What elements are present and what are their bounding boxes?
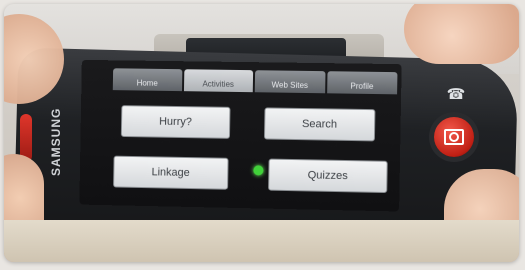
camera-button[interactable]	[434, 117, 474, 157]
phone-icon[interactable]: ☎	[444, 85, 468, 103]
tab-activities[interactable]: Activities	[183, 69, 254, 93]
hurry-button[interactable]: Hurry?	[120, 105, 231, 139]
linkage-button[interactable]: Linkage	[113, 155, 229, 190]
camera-icon	[444, 129, 464, 145]
search-button[interactable]: Search	[263, 107, 376, 142]
finger-right-top	[404, 4, 519, 64]
phone-screen: Home Activities Web Sites Profile Hurry?…	[79, 59, 402, 212]
tab-profile[interactable]: Profile	[326, 71, 398, 95]
brand-logo: SAMSUNG	[49, 107, 63, 177]
tab-web-sites[interactable]: Web Sites	[254, 70, 325, 94]
tab-home[interactable]: Home	[112, 68, 182, 92]
table-surface	[4, 220, 519, 262]
tab-bar: Home Activities Web Sites Profile	[112, 68, 398, 95]
quizzes-button[interactable]: Quizzes	[268, 158, 388, 194]
photo-frame: SAMSUNG Home Activities Web Sites Profil…	[4, 4, 519, 262]
status-indicator-dot	[253, 165, 264, 176]
